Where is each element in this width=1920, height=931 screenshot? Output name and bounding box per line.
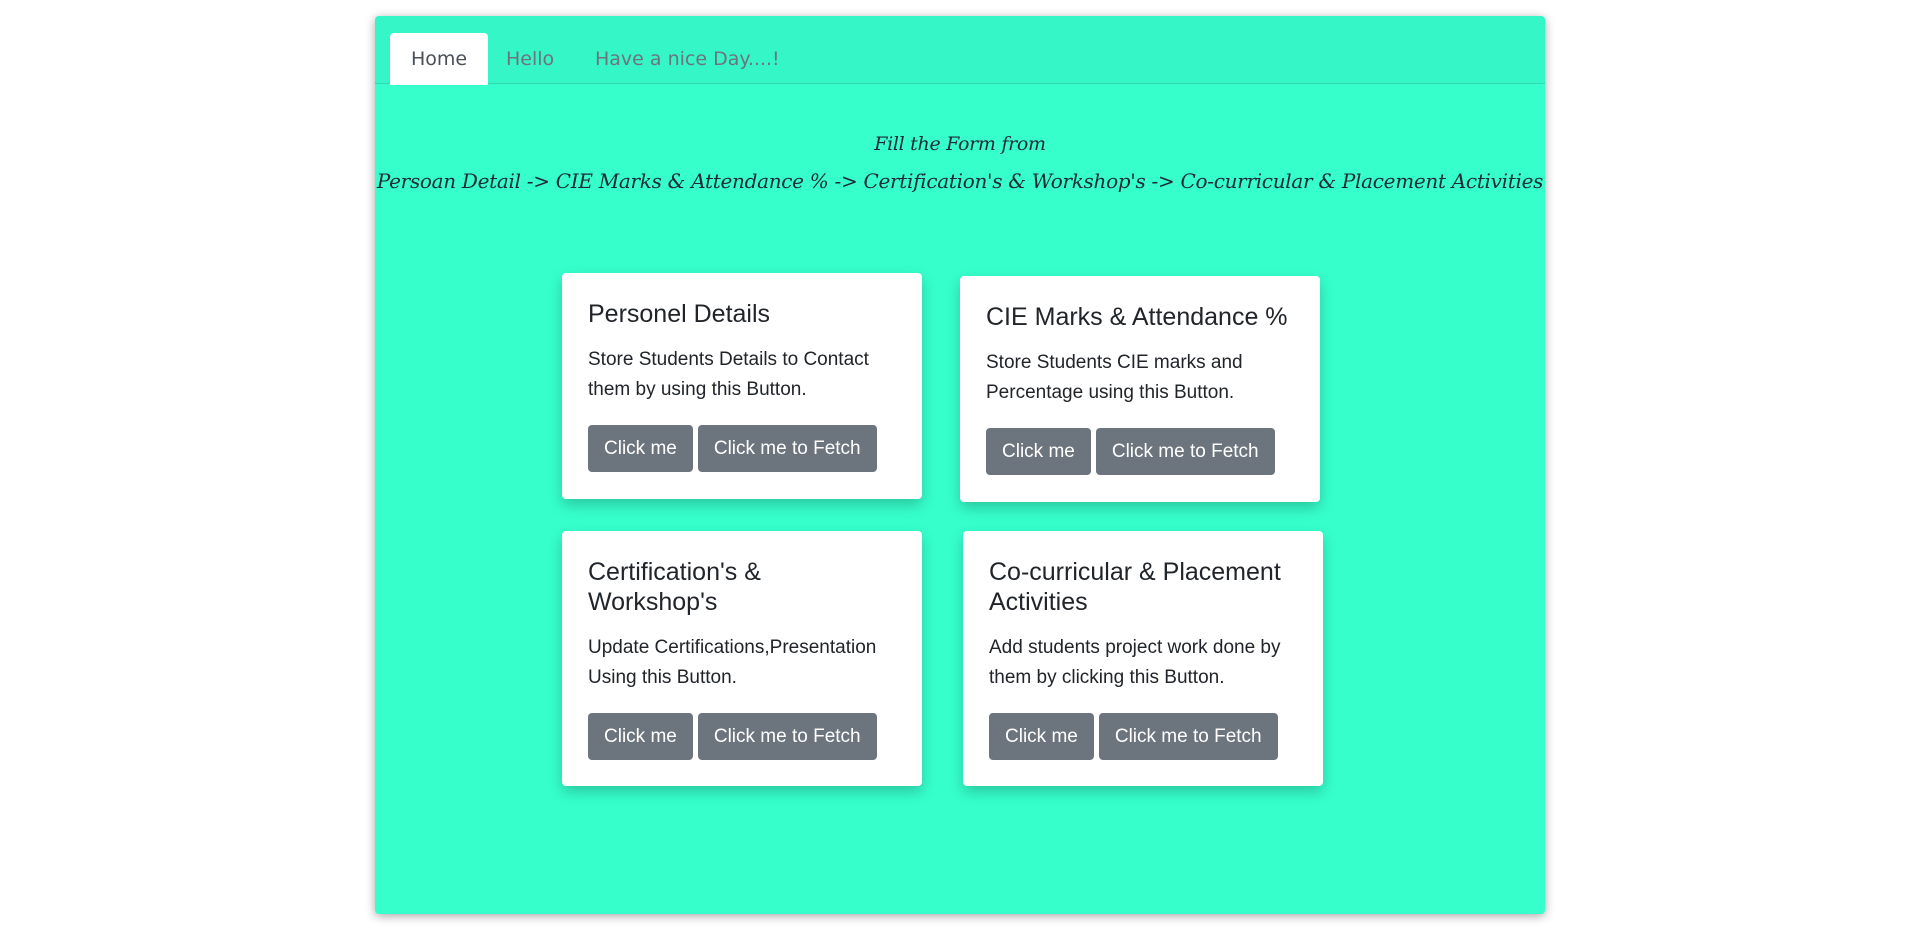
nav-tabs: Home Hello Have a nice Day....! xyxy=(375,16,1545,85)
card-title: Co-curricular & Placement Activities xyxy=(989,558,1281,616)
card-title: Certification's & Workshop's xyxy=(588,558,761,616)
click-me-button[interactable]: Click me xyxy=(986,428,1091,475)
card-text: Add students project work done by them b… xyxy=(989,637,1281,688)
click-me-button[interactable]: Click me xyxy=(989,713,1094,760)
card-cie-marks-attendance: CIE Marks & Attendance % Store Students … xyxy=(960,276,1320,502)
card-text: Store Students CIE marks and Percentage … xyxy=(986,352,1243,403)
card-personel-details: Personel Details Store Students Details … xyxy=(562,273,922,499)
form-steps-heading: Persoan Detail -> CIE Marks & Attendance… xyxy=(376,169,1544,193)
click-me-button[interactable]: Click me xyxy=(588,425,693,472)
card-title: CIE Marks & Attendance % xyxy=(986,303,1288,331)
click-me-button[interactable]: Click me xyxy=(588,713,693,760)
tab-hello[interactable]: Hello xyxy=(485,33,575,85)
tab-have-a-nice-day[interactable]: Have a nice Day....! xyxy=(574,33,801,85)
card-certifications-workshops: Certification's & Workshop's Update Cert… xyxy=(562,531,922,786)
click-me-to-fetch-button[interactable]: Click me to Fetch xyxy=(697,713,877,760)
card-co-curricular-placement: Co-curricular & Placement Activities Add… xyxy=(963,531,1323,786)
card-buttons: Click me Click me to Fetch xyxy=(989,713,1297,760)
card-buttons: Click me Click me to Fetch xyxy=(986,428,1294,475)
click-me-to-fetch-button[interactable]: Click me to Fetch xyxy=(1098,713,1278,760)
form-instruction-heading: Fill the Form from xyxy=(874,133,1046,155)
card-buttons: Click me Click me to Fetch xyxy=(588,713,896,760)
card-text: Store Students Details to Contact them b… xyxy=(588,349,869,400)
tab-home[interactable]: Home xyxy=(390,33,489,85)
click-me-to-fetch-button[interactable]: Click me to Fetch xyxy=(697,425,877,472)
main-panel: Home Hello Have a nice Day....! Fill the… xyxy=(375,16,1545,914)
card-title: Personel Details xyxy=(588,300,771,328)
click-me-to-fetch-button[interactable]: Click me to Fetch xyxy=(1095,428,1275,475)
card-buttons: Click me Click me to Fetch xyxy=(588,425,896,472)
card-text: Update Certifications,Presentation Using… xyxy=(588,637,877,688)
